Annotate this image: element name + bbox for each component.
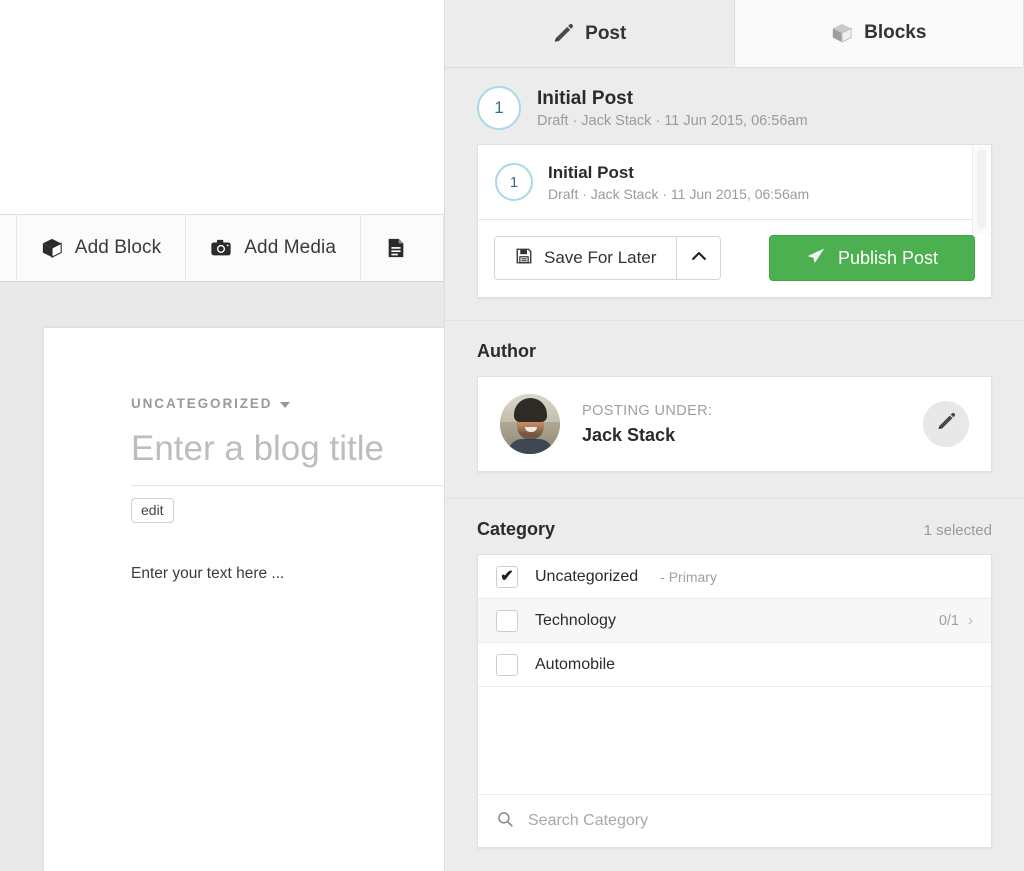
current-post-meta: Draft · Jack Stack · 11 Jun 2015, 06:56a… — [537, 113, 808, 130]
checkbox-icon[interactable] — [496, 653, 518, 676]
post-list-scrollbar-thumb[interactable] — [977, 149, 986, 229]
post-list-title: Initial Post — [548, 163, 634, 182]
category-selected-count: 1 selected — [923, 522, 992, 540]
checkbox-checked-icon[interactable]: ✔ — [496, 565, 518, 588]
tab-post-label: Post — [585, 23, 627, 44]
tab-blocks[interactable]: Blocks — [733, 0, 1024, 68]
tab-blocks-label: Blocks — [864, 22, 927, 43]
sidebar-pane: Post Blocks 1 Initial Post Draft · Jack … — [444, 0, 1024, 871]
category-row-uncategorized[interactable]: ✔ Uncategorized - Primary — [478, 555, 991, 600]
blog-body-input[interactable]: Enter your text here ... — [131, 565, 444, 583]
category-row-automobile[interactable]: Automobile — [478, 643, 991, 688]
sidebar-tabs: Post Blocks — [445, 0, 1024, 68]
publish-post-label: Publish Post — [837, 247, 939, 268]
chevron-down-icon — [280, 402, 291, 408]
post-actions-row: Save For Later Publish Post — [478, 220, 991, 297]
add-document-button[interactable] — [361, 215, 444, 281]
editor-page-content: UNCATEGORIZED Enter a blog title edit En… — [44, 328, 444, 583]
post-number-badge: 1 — [477, 86, 521, 130]
category-name: Automobile — [535, 655, 616, 673]
post-section: 1 Initial Post Draft · Jack Stack · 11 J… — [445, 68, 1024, 320]
add-block-button[interactable]: Add Block — [16, 215, 187, 281]
avatar — [500, 394, 560, 455]
category-search-row[interactable] — [478, 795, 991, 847]
editor-toolbar: Add Block Add Media — [0, 214, 444, 282]
category-section: Category 1 selected ✔ Uncategorized - Pr… — [445, 499, 1024, 849]
category-row-right: 0/1 › — [939, 612, 973, 629]
edit-button[interactable]: edit — [131, 498, 174, 523]
editor-pane: Add Block Add Media UNCATEGORIZED Enter … — [0, 0, 444, 871]
save-for-later-label: Save For Later — [544, 248, 657, 268]
category-list-empty-space — [478, 687, 991, 796]
tab-post[interactable]: Post — [445, 0, 734, 68]
category-row-technology[interactable]: Technology 0/1 › — [478, 599, 991, 644]
post-list-meta: Draft · Jack Stack · 11 Jun 2015, 06:56a… — [548, 186, 810, 203]
pencil-icon — [552, 23, 574, 45]
category-name: Uncategorized — [535, 567, 639, 585]
check-icon: ✔ — [500, 567, 514, 585]
author-section: Author POSTING UNDER: Jack Stack — [445, 321, 1024, 498]
post-list-item[interactable]: 1 Initial Post Draft · Jack Stack · 11 J… — [478, 145, 991, 221]
category-section-title: Category — [477, 519, 556, 540]
search-category-input[interactable] — [528, 812, 973, 831]
chevron-up-icon — [689, 246, 709, 271]
category-child-count: 0/1 — [938, 612, 959, 629]
editor-page-card: UNCATEGORIZED Enter a blog title edit En… — [43, 327, 444, 871]
publish-post-button[interactable]: Publish Post — [769, 235, 975, 282]
post-category-label: UNCATEGORIZED — [131, 396, 273, 411]
current-post-title: Initial Post — [537, 87, 634, 109]
toolbar-left-spacer — [0, 215, 17, 281]
editor-top-blank-area — [0, 0, 444, 214]
current-post-text: Initial Post Draft · Jack Stack · 11 Jun… — [537, 87, 808, 130]
pencil-icon — [936, 412, 956, 437]
post-card: 1 Initial Post Draft · Jack Stack · 11 J… — [477, 144, 992, 299]
save-options-button[interactable] — [677, 236, 722, 281]
author-text: POSTING UNDER: Jack Stack — [582, 403, 901, 446]
category-card: ✔ Uncategorized - Primary Technology 0/1… — [477, 554, 992, 849]
category-primary-tag: - Primary — [660, 568, 717, 585]
cube-icon — [831, 22, 853, 44]
category-section-head: Category 1 selected — [477, 519, 992, 540]
edit-author-button[interactable] — [923, 401, 969, 448]
chevron-right-icon[interactable]: › — [968, 612, 973, 629]
post-list-number-badge: 1 — [495, 163, 533, 202]
avatar-shirt — [508, 439, 553, 455]
app-root: Add Block Add Media UNCATEGORIZED Enter … — [0, 0, 1024, 871]
checkbox-icon[interactable] — [496, 609, 518, 632]
add-media-button[interactable]: Add Media — [186, 215, 361, 281]
blog-title-input[interactable]: Enter a blog title — [131, 429, 443, 486]
avatar-hair — [514, 398, 547, 423]
camera-icon — [210, 237, 232, 259]
current-post-header: 1 Initial Post Draft · Jack Stack · 11 J… — [477, 86, 992, 130]
author-section-head: Author — [477, 341, 992, 362]
floppy-disk-icon — [515, 247, 533, 270]
add-block-label: Add Block — [74, 237, 162, 258]
post-list-scrollbar[interactable] — [972, 146, 990, 234]
paper-plane-icon — [806, 246, 826, 271]
author-card: POSTING UNDER: Jack Stack — [477, 376, 992, 473]
posting-under-label: POSTING UNDER: — [582, 402, 713, 419]
add-media-label: Add Media — [244, 237, 336, 258]
post-list-text: Initial Post Draft · Jack Stack · 11 Jun… — [548, 162, 809, 202]
save-for-later-button[interactable]: Save For Later — [494, 236, 678, 281]
post-category-selector[interactable]: UNCATEGORIZED — [131, 396, 291, 411]
document-icon — [385, 237, 407, 259]
search-icon — [496, 810, 514, 833]
cube-icon — [41, 237, 63, 259]
author-section-title: Author — [477, 341, 536, 362]
save-button-group: Save For Later — [494, 236, 722, 281]
category-name: Technology — [535, 611, 616, 629]
author-name: Jack Stack — [582, 424, 676, 445]
